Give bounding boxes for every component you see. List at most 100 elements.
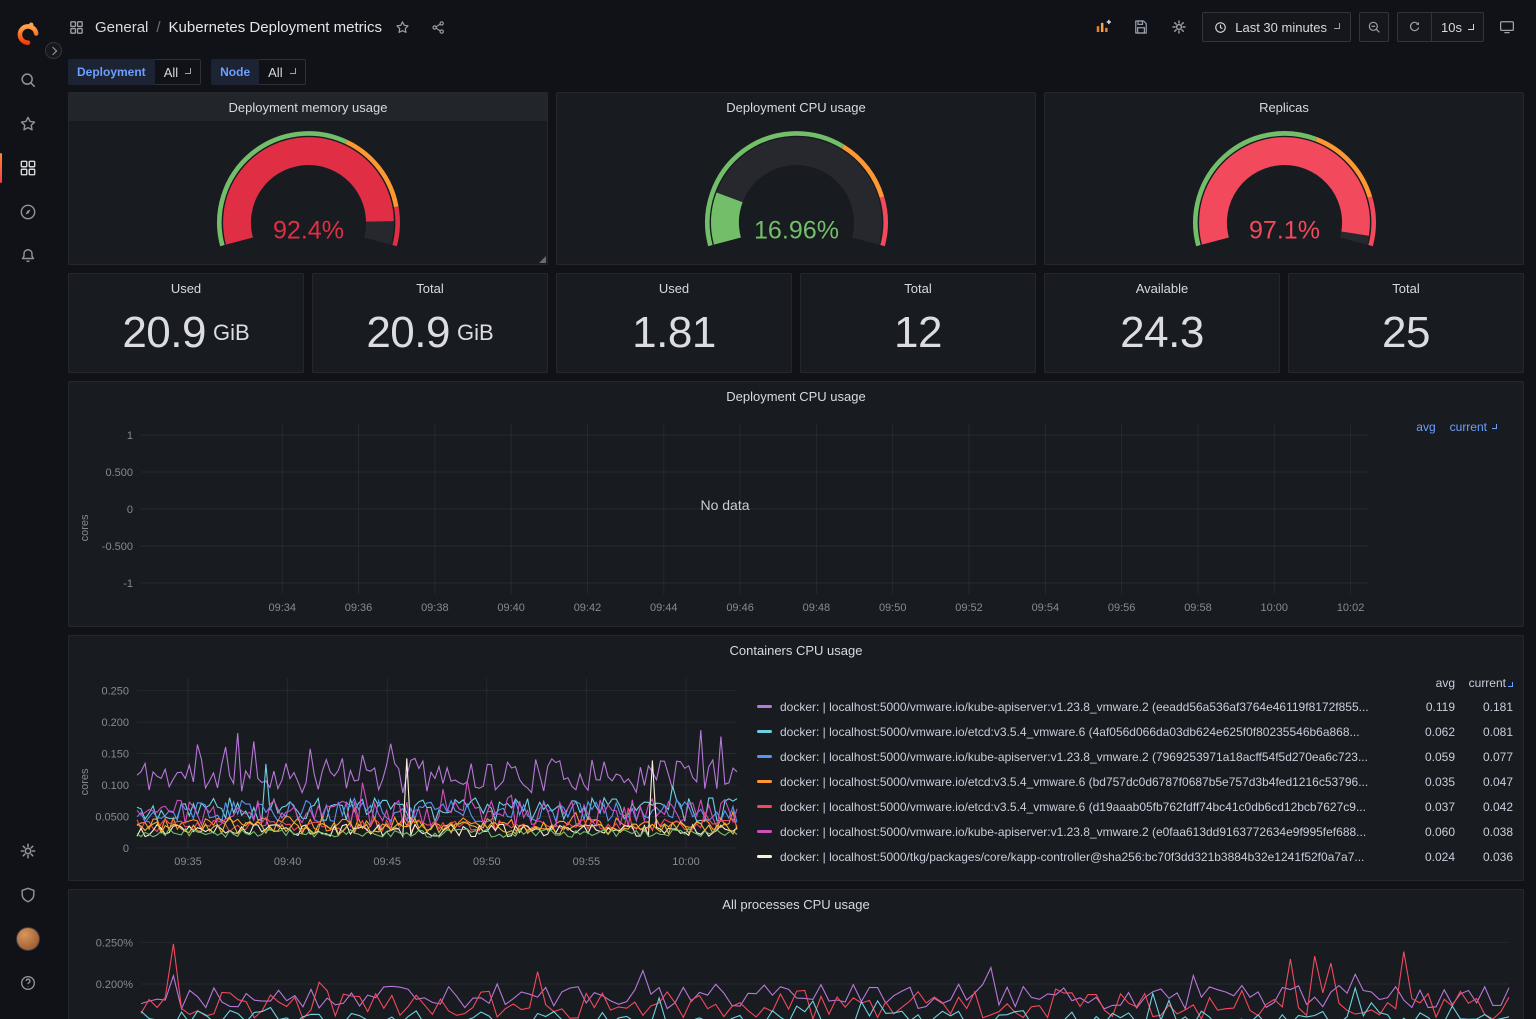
panel-stat-replicas-available: Available 24.3 (1044, 273, 1280, 373)
panel-title[interactable]: Containers CPU usage (69, 636, 1523, 664)
stat-value: 20.9 GiB (313, 302, 547, 372)
refresh-interval-dropdown[interactable]: 10s (1432, 13, 1483, 41)
chevron-down-icon (1492, 424, 1497, 429)
panel-title[interactable]: Deployment memory usage (69, 93, 547, 121)
svg-text:09:52: 09:52 (955, 602, 983, 614)
series-current-value: 0.081 (1455, 725, 1513, 739)
series-name[interactable]: docker: | localhost:5000/vmware.io/kube-… (780, 825, 1397, 839)
sidebar-item-configuration[interactable] (0, 831, 56, 871)
sidebar-item-dashboards[interactable] (0, 148, 56, 188)
series-name[interactable]: docker: | localhost:5000/tkg/packages/co… (780, 850, 1397, 864)
legend-sort-links: avg current (1416, 420, 1497, 434)
time-series-plot[interactable]: 10.5000-0.500-109:3409:3609:3809:4009:42… (77, 416, 1373, 618)
panel-title[interactable]: Used (69, 274, 303, 302)
series-current-value: 0.038 (1455, 825, 1513, 839)
share-icon (430, 19, 447, 36)
svg-text:09:50: 09:50 (879, 602, 907, 614)
breadcrumb-title[interactable]: Kubernetes Deployment metrics (169, 19, 382, 36)
star-outline-icon (394, 19, 411, 36)
panel-title[interactable]: Deployment CPU usage (69, 382, 1523, 410)
refresh-button[interactable] (1398, 13, 1432, 41)
panel-title[interactable]: Deployment CPU usage (557, 93, 1035, 121)
stat-value: 1.81 (557, 302, 791, 372)
variable-node-value[interactable]: All (259, 59, 305, 85)
series-name[interactable]: docker: | localhost:5000/vmware.io/etcd:… (780, 775, 1397, 789)
series-name[interactable]: docker: | localhost:5000/vmware.io/kube-… (780, 750, 1397, 764)
series-name[interactable]: docker: | localhost:5000/vmware.io/kube-… (780, 700, 1397, 714)
time-series-plot[interactable]: 0.2500.2000.1500.1000.0500009:3509:4009:… (77, 670, 741, 872)
star-dashboard-button[interactable] (388, 12, 418, 42)
stat-number: 12 (894, 308, 942, 358)
legend-item[interactable]: docker: | localhost:5000/vmware.io/kube-… (757, 694, 1513, 719)
svg-text:0: 0 (123, 843, 129, 855)
sidebar-item-starred[interactable] (0, 104, 56, 144)
gauge-replicas: 97.1% (1182, 126, 1387, 256)
gauge-wrap: 92.4% (69, 121, 547, 264)
grafana-app: General / Kubernetes Deployment metrics (0, 0, 1536, 1019)
add-panel-button[interactable] (1088, 12, 1118, 42)
zoom-out-button[interactable] (1359, 12, 1389, 42)
sidebar-item-server-admin[interactable] (0, 875, 56, 915)
legend-sort-avg[interactable]: avg (1397, 676, 1455, 690)
add-panel-icon (1093, 17, 1113, 37)
legend-item[interactable]: docker: | localhost:5000/vmware.io/kube-… (757, 819, 1513, 844)
no-data-message: No data (700, 497, 749, 513)
chevron-down-icon (1334, 23, 1340, 29)
svg-text:09:55: 09:55 (573, 856, 601, 868)
series-current-value: 0.036 (1455, 850, 1513, 864)
series-name[interactable]: docker: | localhost:5000/vmware.io/etcd:… (780, 725, 1397, 739)
svg-text:0.0500: 0.0500 (95, 812, 129, 824)
gear-icon (1170, 18, 1188, 36)
panel-title[interactable]: Available (1045, 274, 1279, 302)
svg-text:09:44: 09:44 (650, 602, 678, 614)
legend-item[interactable]: docker: | localhost:5000/vmware.io/etcd:… (757, 719, 1513, 744)
dashboard-settings-button[interactable] (1164, 12, 1194, 42)
save-dashboard-button[interactable] (1126, 12, 1156, 42)
sidebar-item-explore[interactable] (0, 192, 56, 232)
legend-sort-current[interactable]: current (1455, 676, 1513, 690)
sidebar-item-help[interactable] (0, 963, 56, 1003)
variable-deployment-selected: All (164, 65, 178, 80)
panel-title[interactable]: Used (557, 274, 791, 302)
dashboards-grid-icon (18, 158, 38, 178)
variable-deployment-value[interactable]: All (155, 59, 201, 85)
panel-title[interactable]: Total (1289, 274, 1523, 302)
breadcrumb-section[interactable]: General (95, 19, 148, 36)
panel-stat-memory-used: Used 20.9 GiB (68, 273, 304, 373)
sidebar-expand-button[interactable] (45, 42, 62, 59)
share-dashboard-button[interactable] (424, 12, 454, 42)
panel-title[interactable]: Replicas (1045, 93, 1523, 121)
legend-sort-current[interactable]: current (1450, 420, 1487, 434)
dashboard-grid-icon (68, 19, 85, 36)
time-range-label: Last 30 minutes (1235, 20, 1327, 35)
svg-text:09:54: 09:54 (1032, 602, 1060, 614)
clock-icon (1213, 20, 1228, 35)
legend-item[interactable]: docker: | localhost:5000/vmware.io/etcd:… (757, 769, 1513, 794)
sidebar-item-profile[interactable] (0, 919, 56, 959)
svg-text:0.200: 0.200 (101, 717, 129, 729)
svg-text:0.150: 0.150 (101, 749, 129, 761)
panel-title[interactable]: Total (313, 274, 547, 302)
panel-containers-cpu-chart: Containers CPU usage 0.2500.2000.1500.10… (68, 635, 1524, 881)
chart-canvas: 0.2500.2000.1500.1000.0500009:3509:4009:… (77, 670, 741, 872)
bell-icon (18, 246, 38, 266)
legend-item[interactable]: docker: | localhost:5000/vmware.io/kube-… (757, 744, 1513, 769)
series-avg-value: 0.024 (1397, 850, 1455, 864)
sidebar-item-alerting[interactable] (0, 236, 56, 276)
panel-title[interactable]: Total (801, 274, 1035, 302)
svg-text:09:40: 09:40 (497, 602, 525, 614)
legend-sort-avg[interactable]: avg (1416, 420, 1435, 434)
shield-icon (18, 885, 38, 905)
sidebar-item-search[interactable] (0, 60, 56, 100)
time-range-picker[interactable]: Last 30 minutes (1202, 12, 1351, 42)
stat-value: 25 (1289, 302, 1523, 372)
time-series-plot[interactable]: 0.250%0.200% (77, 924, 1513, 1019)
panel-title[interactable]: All processes CPU usage (69, 890, 1523, 918)
series-name[interactable]: docker: | localhost:5000/vmware.io/etcd:… (780, 800, 1397, 814)
svg-text:09:50: 09:50 (473, 856, 501, 868)
tv-mode-button[interactable] (1492, 12, 1522, 42)
panel-replicas: Replicas 97.1% (1044, 92, 1524, 265)
legend-item[interactable]: docker: | localhost:5000/tkg/packages/co… (757, 844, 1513, 869)
refresh-icon (1407, 20, 1422, 35)
legend-item[interactable]: docker: | localhost:5000/vmware.io/etcd:… (757, 794, 1513, 819)
